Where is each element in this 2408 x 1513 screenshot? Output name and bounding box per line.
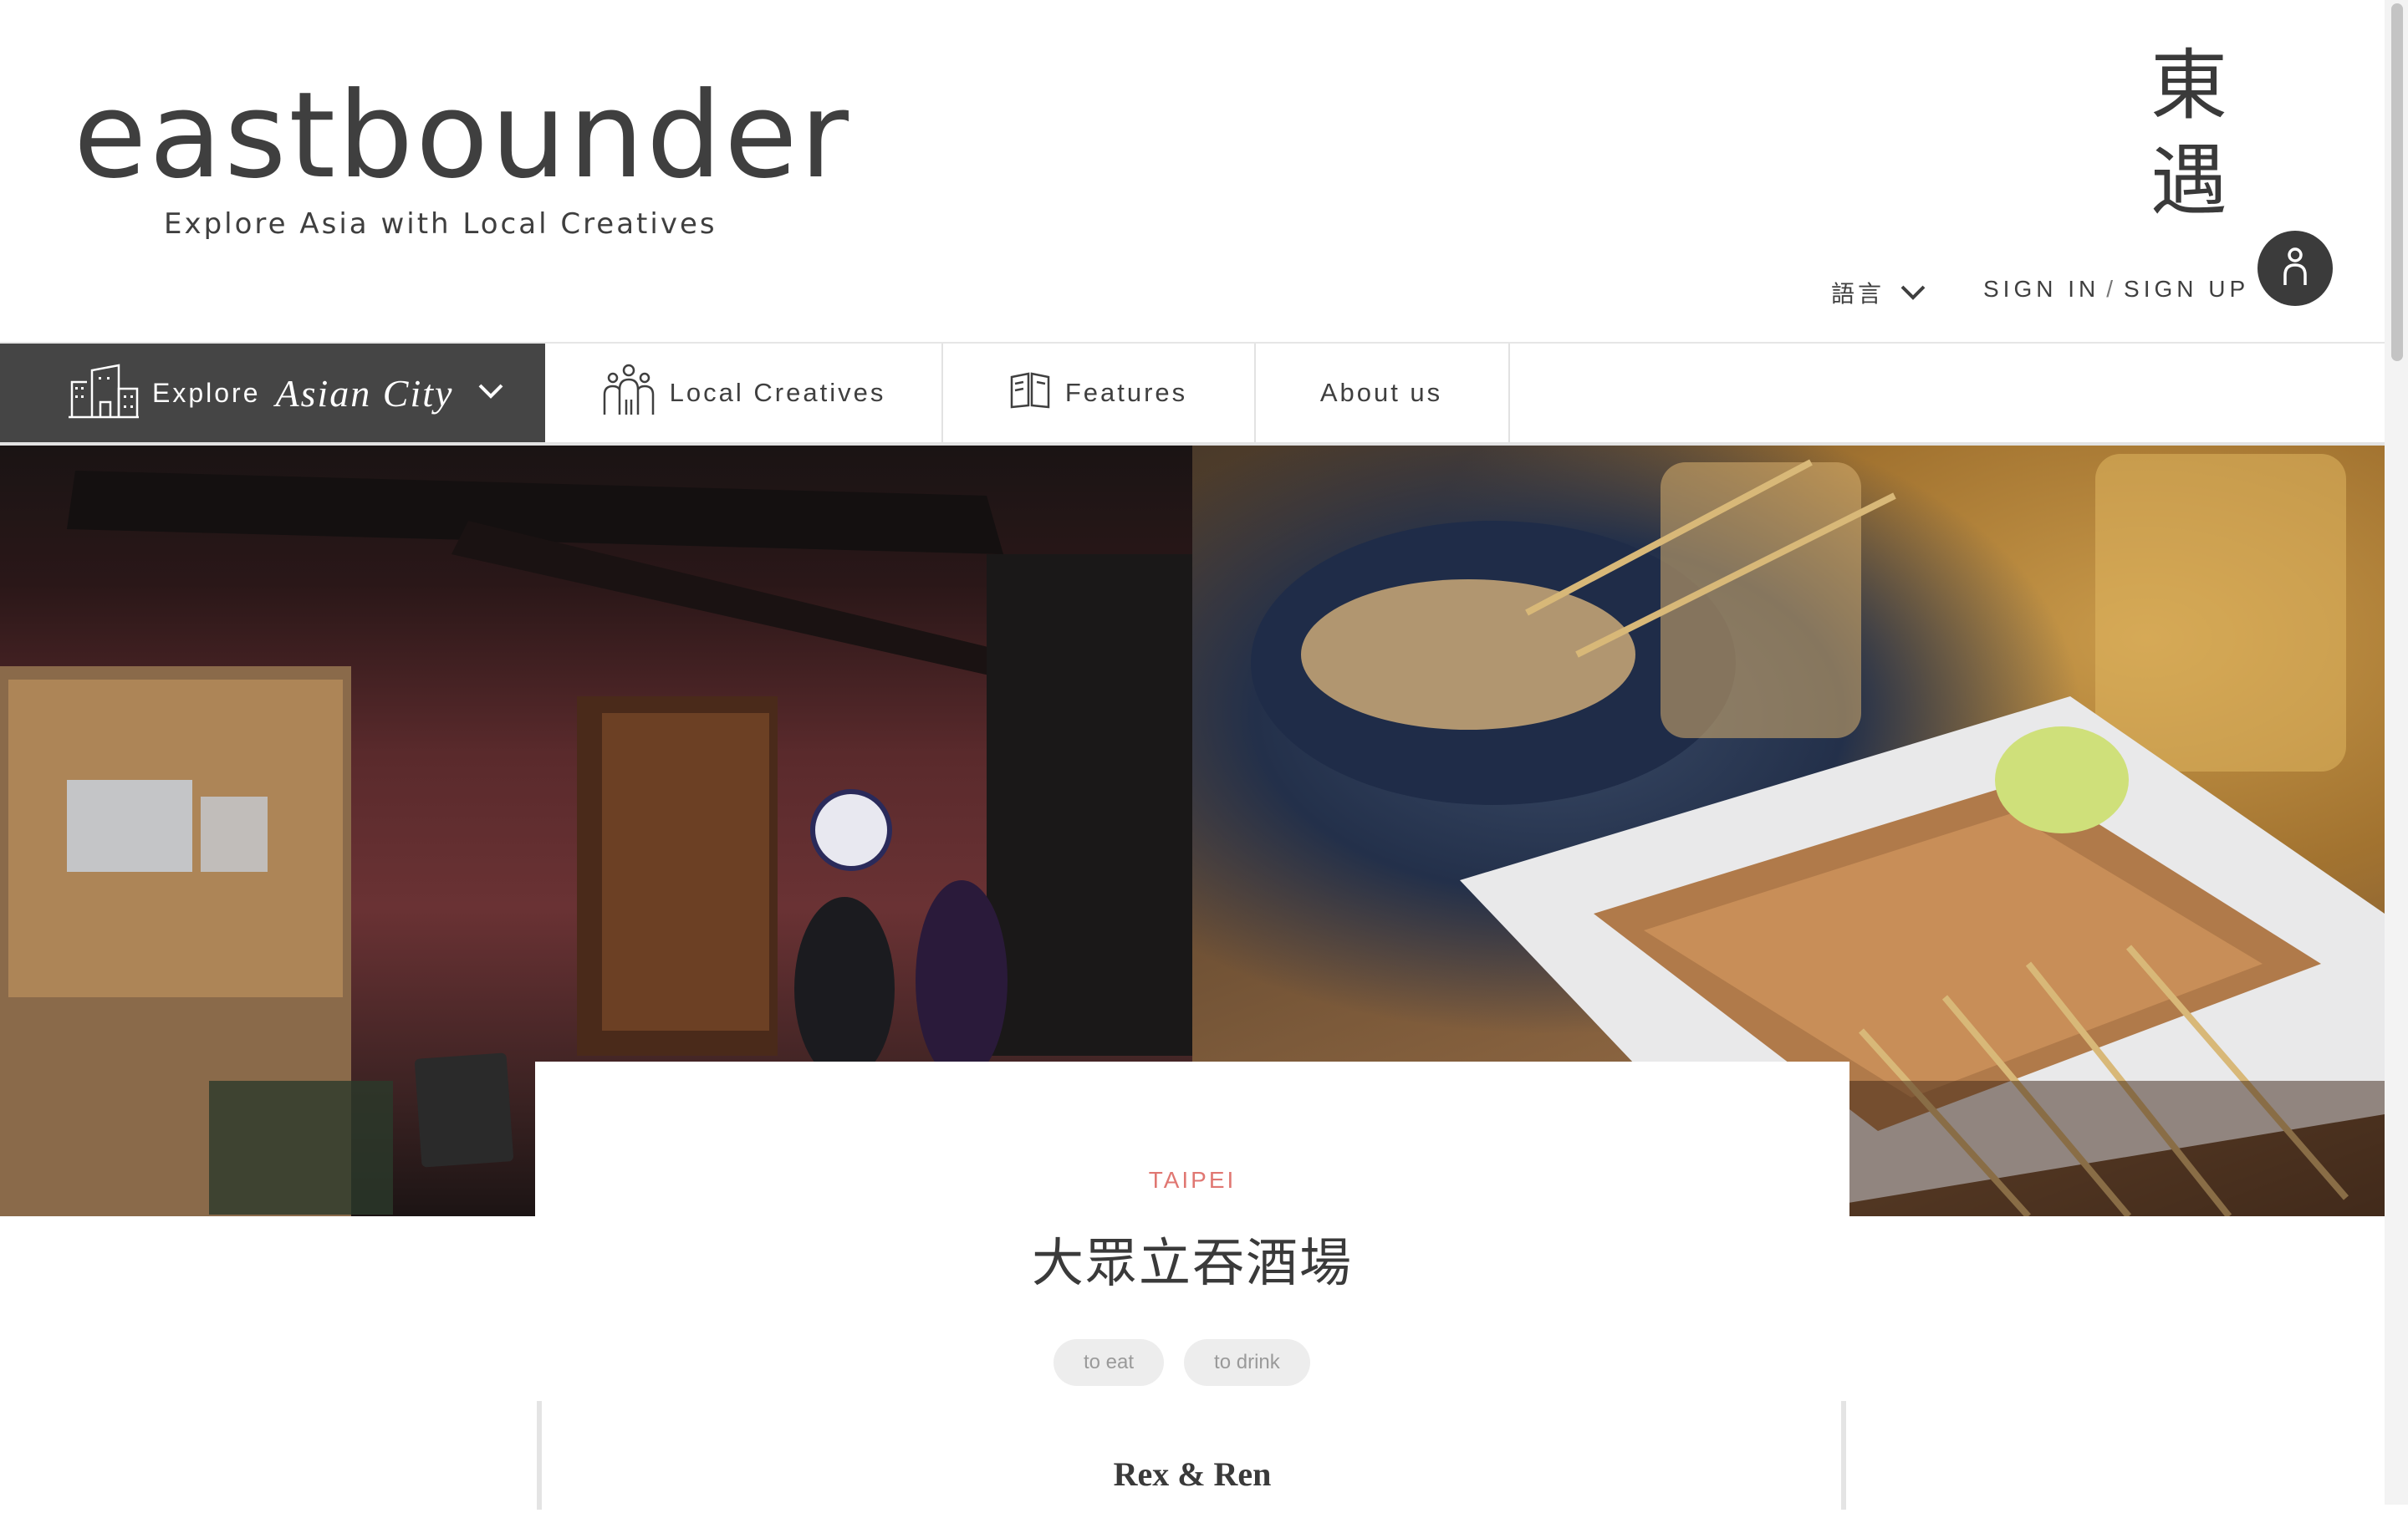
nav-about-us[interactable]: About us [1254,344,1510,442]
language-selector[interactable]: 語言 [1831,276,1926,309]
book-icon [1008,370,1052,415]
auth-separator: / [2106,276,2118,302]
brand-cjk-char-2: 遇 [2150,136,2228,226]
user-icon [2278,245,2312,293]
nav-local-creatives[interactable]: Local Creatives [545,344,943,442]
city-selector-label: Asian City [275,371,454,415]
site-tagline: Explore Asia with Local Creatives [164,207,717,241]
user-account-button[interactable] [2258,231,2333,306]
tag-chip[interactable]: to eat [1054,1339,1165,1386]
nav-features[interactable]: Features [941,344,1256,442]
nav-features-label: Features [1064,378,1188,407]
site-logo[interactable]: eastbounder [74,77,851,196]
city-icon [67,363,140,423]
explore-label: Explore [152,377,261,408]
chevron-down-icon [1900,283,1926,302]
brand-cjk-logo: 東 遇 [2150,38,2228,229]
language-label: 語言 [1831,281,1885,307]
tag-chip[interactable]: to drink [1184,1339,1310,1386]
sign-up-link[interactable]: SIGN UP [2124,276,2249,302]
explore-city-menu[interactable]: Explore Asian City [0,344,545,442]
brand-cjk-char-1: 東 [2150,41,2228,130]
nav-local-creatives-label: Local Creatives [669,378,886,407]
page-scrollbar[interactable] [2385,0,2408,1505]
article-city-label[interactable]: TAIPEI [0,1167,2385,1194]
chevron-down-icon [477,382,505,405]
sign-in-link[interactable]: SIGN IN [1983,276,2099,302]
nav-about-us-label: About us [1319,378,1443,407]
scrollbar-thumb[interactable] [2391,3,2403,361]
main-nav: Explore Asian City Local Creatives Featu… [0,342,2385,447]
article-author: Rex & Ren [1113,1455,1272,1493]
auth-links: SIGN IN / SIGN UP [1983,276,2249,303]
people-icon [601,363,656,423]
article-tags: to eat to drink [1054,1339,1310,1386]
article-title: 大眾立吞酒場 [1031,1232,1353,1293]
